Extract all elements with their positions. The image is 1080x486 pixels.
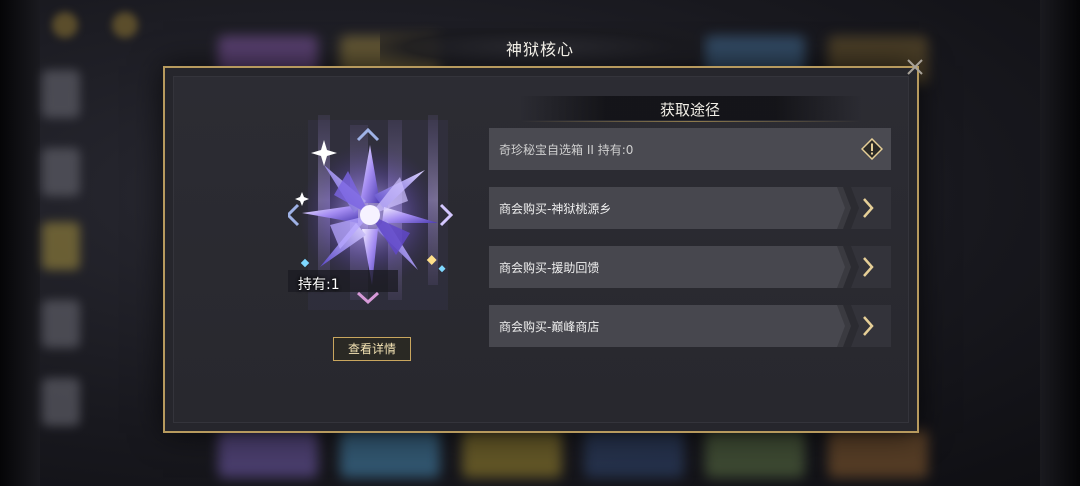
background-icon bbox=[52, 12, 78, 38]
background-card bbox=[462, 430, 562, 478]
route-item-shop-peak[interactable]: 商会购买-巅峰商店 bbox=[489, 305, 891, 347]
background-card bbox=[828, 430, 928, 478]
route-label: 奇珍秘宝自选箱 II 持有:0 bbox=[499, 143, 634, 157]
route-item-shop-support[interactable]: 商会购买-援助回馈 bbox=[489, 246, 891, 288]
background-tile bbox=[42, 70, 80, 118]
background-card bbox=[340, 430, 440, 478]
routes-title: 获取途径 bbox=[659, 101, 721, 119]
background-tile bbox=[42, 378, 80, 426]
route-label: 商会购买-神狱桃源乡 bbox=[499, 202, 612, 216]
chevron-right-icon bbox=[837, 246, 891, 288]
route-item-selection-box[interactable]: 奇珍秘宝自选箱 II 持有:0 bbox=[489, 128, 891, 170]
close-icon[interactable] bbox=[902, 54, 928, 80]
background-tile bbox=[42, 148, 80, 196]
background-edge-right bbox=[1040, 0, 1080, 486]
background-card bbox=[218, 430, 318, 478]
chevron-right-icon bbox=[837, 187, 891, 229]
background-edge-left bbox=[0, 0, 40, 486]
route-label: 商会购买-巅峰商店 bbox=[499, 320, 600, 334]
route-label: 商会购买-援助回馈 bbox=[499, 261, 600, 275]
background-card bbox=[705, 430, 805, 478]
background-tile bbox=[42, 300, 80, 348]
dialog-title: 神狱核心 bbox=[505, 40, 575, 59]
view-details-button[interactable]: 查看详情 bbox=[333, 337, 411, 361]
chevron-right-icon bbox=[837, 305, 891, 347]
warning-diamond-icon bbox=[861, 138, 883, 160]
background-card bbox=[584, 430, 684, 478]
route-item-shop-paradise[interactable]: 商会购买-神狱桃源乡 bbox=[489, 187, 891, 229]
background-icon bbox=[112, 12, 138, 38]
owned-count: 持有:1 bbox=[298, 277, 340, 293]
routes-header-divider bbox=[520, 121, 862, 122]
background-tile bbox=[42, 222, 80, 270]
